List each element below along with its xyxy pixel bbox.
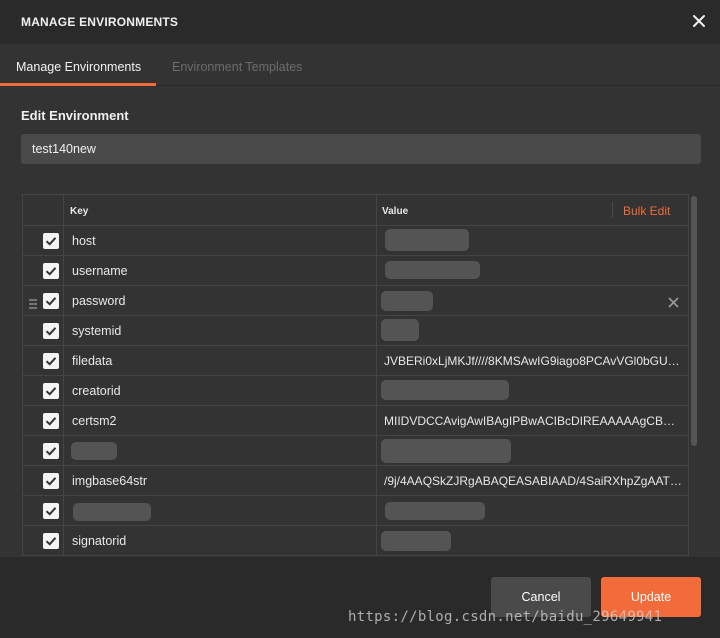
redacted-key [73, 503, 151, 521]
title-bar: MANAGE ENVIRONMENTS [0, 0, 720, 44]
redacted-value [385, 261, 480, 279]
row-value[interactable]: MIIDVDCCAvigAwIBAgIPBwACIBcDIREAAAAAgCBQ… [384, 414, 684, 428]
row-enabled-checkbox[interactable] [43, 233, 59, 249]
table-row [23, 436, 688, 466]
table-row: host [23, 226, 688, 256]
close-icon[interactable] [692, 14, 708, 30]
redacted-value [381, 439, 511, 463]
row-enabled-checkbox[interactable] [43, 503, 59, 519]
redacted-value [381, 531, 451, 551]
header-divider [612, 202, 613, 218]
row-enabled-checkbox[interactable] [43, 413, 59, 429]
key-column-header: Key [70, 206, 89, 217]
table-row: password [23, 286, 688, 316]
row-enabled-checkbox[interactable] [43, 323, 59, 339]
row-key[interactable]: certsm2 [72, 414, 116, 428]
table-row: username [23, 256, 688, 286]
row-enabled-checkbox[interactable] [43, 353, 59, 369]
table-row: filedata JVBERi0xLjMKJf////8KMSAwIG9iago… [23, 346, 688, 376]
row-value[interactable]: /9j/4AAQSkZJRgABAQEASABIAAD/4SaiRXhpZgAA… [384, 474, 684, 488]
redacted-value [381, 291, 433, 311]
table-row: signatorid [23, 526, 688, 555]
variables-table: Key Value Bulk Edit host username passwo… [22, 194, 689, 556]
row-enabled-checkbox[interactable] [43, 533, 59, 549]
redacted-value [385, 229, 469, 251]
row-key[interactable]: host [72, 234, 96, 248]
table-header: Key Value Bulk Edit [23, 195, 688, 226]
row-enabled-checkbox[interactable] [43, 263, 59, 279]
watermark: https://blog.csdn.net/baidu_29649941 [348, 609, 663, 625]
tab-manage-environments[interactable]: Manage Environments [16, 60, 141, 74]
window-title: MANAGE ENVIRONMENTS [21, 15, 179, 29]
table-scrollbar[interactable] [691, 196, 697, 446]
row-enabled-checkbox[interactable] [43, 293, 59, 309]
bulk-edit-link[interactable]: Bulk Edit [623, 204, 670, 218]
active-tab-indicator [0, 83, 156, 86]
row-key[interactable]: systemid [72, 324, 121, 338]
row-key[interactable]: password [72, 294, 126, 308]
redacted-value [381, 319, 419, 341]
table-row: systemid [23, 316, 688, 346]
redacted-value [381, 380, 509, 400]
row-key[interactable]: filedata [72, 354, 112, 368]
row-value[interactable]: JVBERi0xLjMKJf////8KMSAwIG9iago8PCAvVGl0… [384, 354, 684, 368]
tab-bar: Manage Environments Environment Template… [0, 44, 720, 86]
table-row: creatorid [23, 376, 688, 406]
row-key[interactable]: signatorid [72, 534, 126, 548]
section-title: Edit Environment [21, 108, 129, 123]
row-key[interactable]: username [72, 264, 128, 278]
drag-handle-icon[interactable] [29, 296, 37, 309]
dialog-footer: Cancel Update https://blog.csdn.net/baid… [0, 557, 720, 638]
tab-environment-templates[interactable]: Environment Templates [172, 60, 302, 74]
table-row: imgbase64str /9j/4AAQSkZJRgABAQEASABIAAD… [23, 466, 688, 496]
table-row [23, 496, 688, 526]
row-enabled-checkbox[interactable] [43, 443, 59, 459]
row-key[interactable]: creatorid [72, 384, 121, 398]
environment-name-input[interactable]: test140new [21, 134, 701, 164]
redacted-value [385, 502, 485, 520]
delete-row-icon[interactable] [668, 295, 679, 308]
value-column-header: Value [382, 206, 409, 217]
row-enabled-checkbox[interactable] [43, 473, 59, 489]
redacted-key [71, 442, 117, 460]
table-row: certsm2 MIIDVDCCAvigAwIBAgIPBwACIBcDIREA… [23, 406, 688, 436]
row-enabled-checkbox[interactable] [43, 383, 59, 399]
row-key[interactable]: imgbase64str [72, 474, 147, 488]
